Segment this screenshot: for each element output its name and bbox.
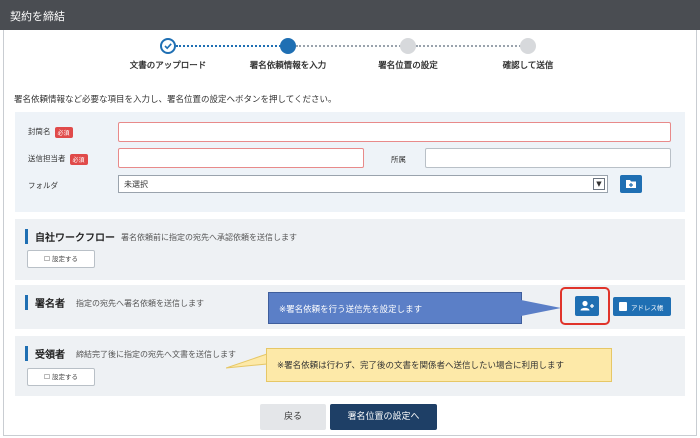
recipient-settings-button[interactable]: ☐ 設定する	[27, 368, 95, 386]
step-input-info: 署名依頼情報を入力	[228, 38, 348, 71]
signer-description: 指定の宛先へ署名依頼を送信します	[76, 299, 204, 308]
recipient-title: 受領者	[25, 346, 65, 361]
address-book-button[interactable]: アドレス帳	[613, 297, 671, 316]
pending-step-indicator	[400, 38, 416, 54]
current-step-indicator	[280, 38, 296, 54]
add-signer-button[interactable]	[575, 296, 599, 316]
pending-step-indicator	[520, 38, 536, 54]
workflow-settings-button[interactable]: ☐ 設定する	[27, 250, 95, 268]
callout-arrow	[521, 300, 561, 316]
workflow-description: 署名依頼前に指定の宛先へ承認依頼を送信します	[121, 233, 297, 242]
envelope-form-panel: 封筒名 必須 送信担当者 必須 所属 フォルダ 未選択 ▼	[15, 112, 685, 212]
checkbox-icon: ☐	[44, 255, 50, 263]
affiliation-input[interactable]	[425, 148, 671, 168]
folder-add-icon	[626, 180, 636, 188]
step-label: 確認して送信	[502, 61, 554, 71]
step-label: 文書のアップロード	[129, 61, 207, 71]
envelope-name-label: 封筒名 必須	[28, 126, 73, 138]
envelope-name-input[interactable]	[118, 122, 671, 142]
window-titlebar: 契約を締結	[0, 0, 700, 30]
workflow-section: 自社ワークフロー 署名依頼前に指定の宛先へ承認依頼を送信します ☐ 設定する	[15, 219, 685, 280]
next-signature-position-button[interactable]: 署名位置の設定へ	[330, 404, 437, 430]
back-button[interactable]: 戻る	[260, 404, 326, 430]
window-title: 契約を締結	[10, 10, 65, 23]
step-upload: 文書のアップロード	[108, 38, 228, 71]
recipient-description: 締結完了後に指定の宛先へ文書を送信します	[76, 350, 236, 359]
signer-callout: ※署名依頼を行う送信先を設定します	[268, 292, 522, 324]
sender-input[interactable]	[118, 148, 364, 168]
signer-title: 署名者	[25, 295, 65, 310]
step-label: 署名依頼情報を入力	[249, 61, 327, 71]
signer-callout-text: ※署名依頼を行う送信先を設定します	[279, 305, 423, 315]
recipient-callout: ※署名依頼は行わず、完了後の文書を関係者へ送信したい場合に利用します	[266, 348, 612, 382]
workflow-title: 自社ワークフロー	[25, 229, 115, 244]
add-user-icon	[580, 300, 594, 311]
recipient-callout-text: ※署名依頼は行わず、完了後の文書を関係者へ送信したい場合に利用します	[277, 361, 565, 371]
checkbox-icon: ☐	[44, 373, 50, 381]
chevron-down-icon: ▼	[593, 178, 605, 190]
sender-label: 送信担当者 必須	[28, 153, 88, 165]
folder-add-button[interactable]	[620, 175, 642, 193]
step-label: 署名位置の設定	[378, 61, 438, 71]
progress-stepper: 文書のアップロード 署名依頼情報を入力 署名位置の設定 確認して送信	[0, 38, 700, 78]
step-signature-position: 署名位置の設定	[348, 38, 468, 71]
instruction-text: 署名依頼情報など必要な項目を入力し、署名位置の設定へボタンを押してください。	[14, 95, 337, 105]
folder-label: フォルダ	[28, 181, 58, 190]
address-book-icon	[619, 302, 627, 311]
folder-select[interactable]: 未選択 ▼	[118, 175, 608, 193]
check-icon	[160, 38, 176, 54]
required-badge: 必須	[54, 126, 73, 138]
callout-tail	[226, 353, 268, 369]
affiliation-label: 所属	[391, 155, 406, 164]
step-confirm-send: 確認して送信	[468, 38, 588, 71]
folder-select-value: 未選択	[124, 180, 148, 189]
required-badge: 必須	[69, 153, 88, 165]
